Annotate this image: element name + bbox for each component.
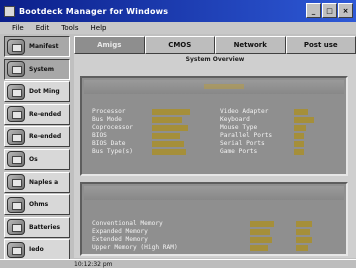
sidebar-item-os[interactable]: Os xyxy=(4,148,70,170)
system-icon xyxy=(7,61,25,78)
label-keyboard: Keyboard xyxy=(220,116,250,123)
value-field xyxy=(250,245,268,251)
label-game-ports: Game Ports xyxy=(220,148,258,155)
sidebar-item-label: Batteries xyxy=(29,223,61,231)
value-field xyxy=(296,229,310,235)
value-field xyxy=(294,117,314,123)
os-icon xyxy=(7,151,25,168)
label-upper-memory: Upper Memory (High RAM) xyxy=(92,244,178,251)
system-info-panel: Processor Bus Mode Coprocessor BIOS BIOS… xyxy=(80,76,348,176)
naples-icon xyxy=(7,174,25,191)
value-field xyxy=(294,125,306,131)
tab-bar: Amigs CMOS Network Post use xyxy=(74,36,356,54)
tab-amigs[interactable]: Amigs xyxy=(74,36,145,54)
label-coprocessor: Coprocessor xyxy=(92,124,133,131)
menu-file[interactable]: File xyxy=(12,24,24,32)
sidebar-item-manifest[interactable]: Manifest xyxy=(4,36,70,57)
device-icon xyxy=(7,128,25,145)
sidebar-item-label: Manifest xyxy=(29,43,59,50)
tab-network[interactable]: Network xyxy=(215,36,286,54)
label-serial-ports: Serial Ports xyxy=(220,140,265,147)
memory-panel: Conventional Memory Expanded Memory Exte… xyxy=(80,182,348,256)
dot-ming-icon xyxy=(7,83,25,100)
app-icon xyxy=(4,5,15,17)
sidebar-item-ohms[interactable]: Ohms xyxy=(4,194,70,216)
minimize-button[interactable]: _ xyxy=(306,3,321,18)
label-bus-mode: Bus Mode xyxy=(92,116,122,123)
section-title: System Overview xyxy=(185,56,245,63)
info-icon xyxy=(7,241,25,258)
menu-help[interactable]: Help xyxy=(91,24,107,32)
label-video-adapter: Video Adapter xyxy=(220,108,269,115)
value-field xyxy=(250,221,274,227)
window-controls: _ □ × xyxy=(306,3,353,18)
device-icon xyxy=(7,106,25,123)
title-bar: Bootdeck Manager for Windows _ □ × xyxy=(0,0,356,22)
sidebar-item-batteries[interactable]: Batteries xyxy=(4,216,70,238)
value-field xyxy=(296,237,312,243)
menu-tools[interactable]: Tools xyxy=(61,24,78,32)
sidebar-item-label: Re-ended xyxy=(29,133,62,141)
value-field xyxy=(152,109,190,115)
value-field xyxy=(152,125,188,131)
sidebar-item-system[interactable]: System xyxy=(4,58,70,80)
value-field xyxy=(296,221,312,227)
ohms-icon xyxy=(7,196,25,213)
sidebar: Manifest System Dot Ming Re-ended Re-end… xyxy=(4,36,70,261)
panel-header xyxy=(84,186,344,200)
value-field xyxy=(250,229,270,235)
label-processor: Processor xyxy=(92,108,126,115)
maximize-button[interactable]: □ xyxy=(322,3,337,18)
sidebar-item-label: Os xyxy=(29,155,38,163)
sidebar-item-label: Naples a xyxy=(29,178,59,186)
window-title: Bootdeck Manager for Windows xyxy=(19,6,169,16)
value-field xyxy=(250,237,272,243)
sidebar-item-label: Iedo xyxy=(29,246,44,254)
close-button[interactable]: × xyxy=(338,3,353,18)
value-field xyxy=(294,141,304,147)
status-clock: 10:12:32 pm xyxy=(74,260,113,268)
panel-header xyxy=(84,80,344,94)
content-area: System Overview Processor Bus Mode Copro… xyxy=(74,54,356,258)
sidebar-item-dot-ming[interactable]: Dot Ming xyxy=(4,81,70,103)
sidebar-item-label: System xyxy=(29,65,54,73)
manifest-icon xyxy=(7,38,25,55)
sidebar-item-iedo[interactable]: Iedo xyxy=(4,239,70,261)
value-field xyxy=(294,133,304,139)
value-field xyxy=(152,117,182,123)
label-bios-date: BIOS Date xyxy=(92,140,126,147)
sidebar-item-re-ended-1[interactable]: Re-ended xyxy=(4,103,70,125)
menu-bar: File Edit Tools Help xyxy=(0,22,356,34)
battery-icon xyxy=(7,219,25,236)
label-mouse-type: Mouse Type xyxy=(220,124,258,131)
sidebar-item-label: Ohms xyxy=(29,201,49,209)
menu-edit[interactable]: Edit xyxy=(36,24,50,32)
status-bar: 10:12:32 pm xyxy=(0,259,356,268)
value-field xyxy=(152,133,180,139)
sidebar-item-label: Dot Ming xyxy=(29,88,60,96)
tab-post-use[interactable]: Post use xyxy=(285,36,356,54)
label-bus-types: Bus Type(s) xyxy=(92,148,133,155)
label-bios: BIOS xyxy=(92,132,107,139)
value-field xyxy=(296,245,308,251)
tab-cmos[interactable]: CMOS xyxy=(144,36,215,54)
sidebar-item-re-ended-2[interactable]: Re-ended xyxy=(4,126,70,148)
sidebar-item-label: Re-ended xyxy=(29,110,62,118)
value-field xyxy=(152,141,184,147)
label-parallel-ports: Parallel Ports xyxy=(220,132,273,139)
value-field xyxy=(152,149,186,155)
label-extended-memory: Extended Memory xyxy=(92,236,148,243)
value-field xyxy=(294,149,304,155)
label-expanded-memory: Expanded Memory xyxy=(92,228,148,235)
value-field xyxy=(294,109,308,115)
label-conventional-memory: Conventional Memory xyxy=(92,220,163,227)
sidebar-item-naples[interactable]: Naples a xyxy=(4,171,70,193)
